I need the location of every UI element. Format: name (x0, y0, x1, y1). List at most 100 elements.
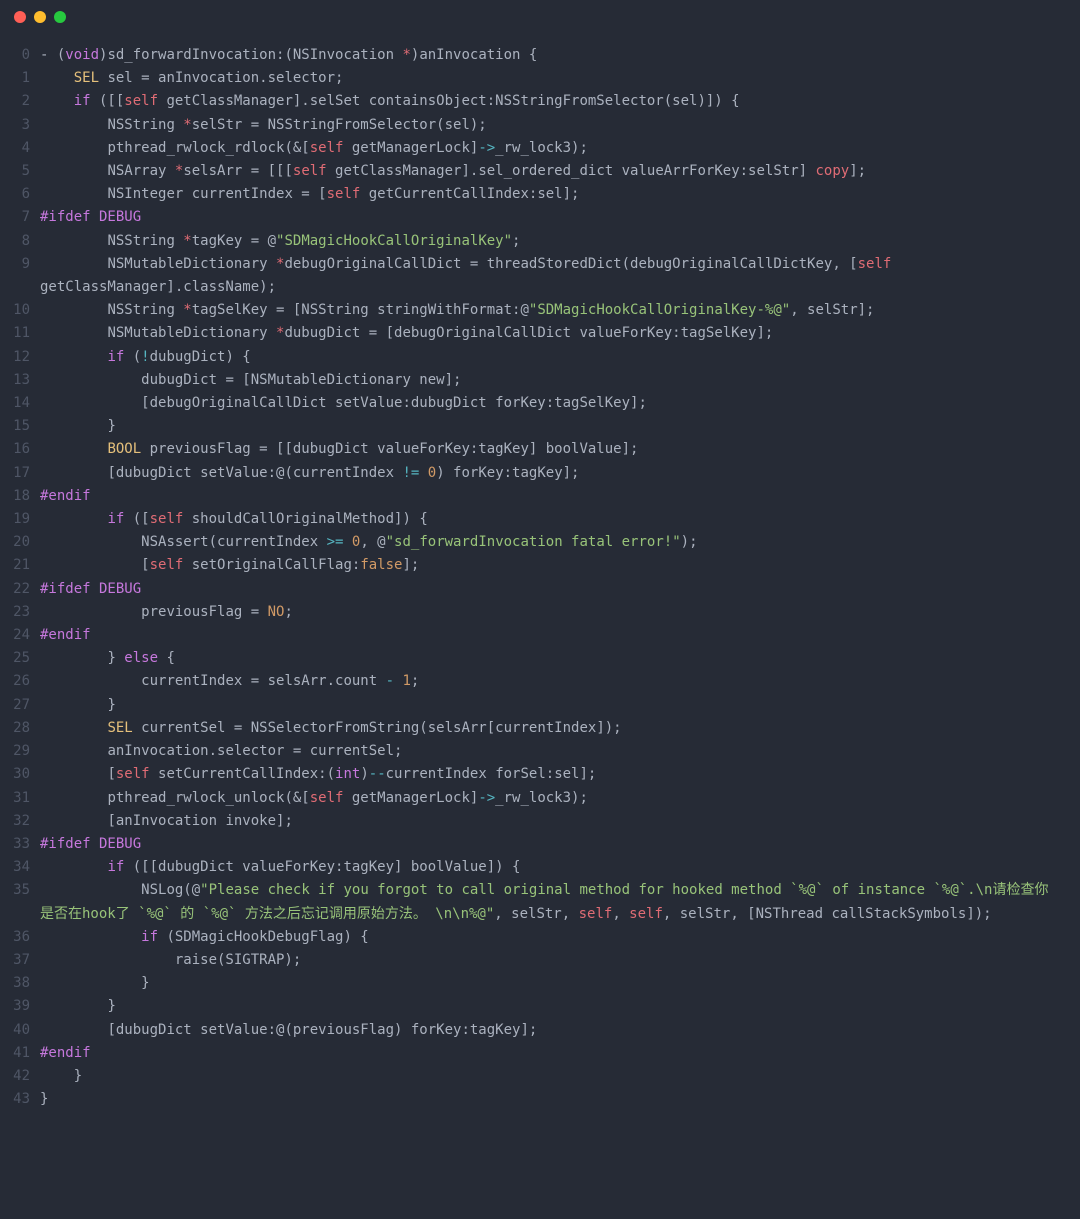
code-line[interactable]: 23 previousFlag = NO; (6, 601, 1062, 624)
code-content[interactable]: [self setCurrentCallIndex:(int)--current… (40, 763, 1062, 786)
code-line[interactable]: 39 } (6, 995, 1062, 1018)
code-content[interactable]: NSInteger currentIndex = [self getCurren… (40, 183, 1062, 206)
code-content[interactable]: previousFlag = NO; (40, 601, 1062, 624)
code-line[interactable]: 18#endif (6, 485, 1062, 508)
code-line[interactable]: 31 pthread_rwlock_unlock(&[self getManag… (6, 787, 1062, 810)
code-line[interactable]: 35 NSLog(@"Please check if you forgot to… (6, 879, 1062, 925)
code-content[interactable]: dubugDict = [NSMutableDictionary new]; (40, 369, 1062, 392)
code-line[interactable]: 3 NSString *selStr = NSStringFromSelecto… (6, 114, 1062, 137)
code-content[interactable]: #ifdef DEBUG (40, 578, 1062, 601)
code-content[interactable]: [dubugDict setValue:@(currentIndex != 0)… (40, 462, 1062, 485)
code-content[interactable]: NSArray *selsArr = [[[self getClassManag… (40, 160, 1062, 183)
code-content[interactable]: raise(SIGTRAP); (40, 949, 1062, 972)
code-line[interactable]: 9 NSMutableDictionary *debugOriginalCall… (6, 253, 1062, 299)
code-line[interactable]: 0- (void)sd_forwardInvocation:(NSInvocat… (6, 44, 1062, 67)
code-content[interactable]: currentIndex = selsArr.count - 1; (40, 670, 1062, 693)
code-content[interactable]: } else { (40, 647, 1062, 670)
code-line[interactable]: 19 if ([self shouldCallOriginalMethod]) … (6, 508, 1062, 531)
code-line[interactable]: 24#endif (6, 624, 1062, 647)
token-type: SEL (74, 70, 99, 86)
code-content[interactable]: if (SDMagicHookDebugFlag) { (40, 926, 1062, 949)
code-content[interactable]: anInvocation.selector = currentSel; (40, 740, 1062, 763)
code-content[interactable]: } (40, 972, 1062, 995)
code-content[interactable]: if ([[self getClassManager].selSet conta… (40, 90, 1062, 113)
code-line[interactable]: 12 if (!dubugDict) { (6, 346, 1062, 369)
code-content[interactable]: [anInvocation invoke]; (40, 810, 1062, 833)
code-content[interactable]: [self setOriginalCallFlag:false]; (40, 554, 1062, 577)
code-line[interactable]: 41#endif (6, 1042, 1062, 1065)
line-number: 41 (6, 1042, 40, 1065)
minimize-icon[interactable] (34, 11, 46, 23)
close-icon[interactable] (14, 11, 26, 23)
code-content[interactable]: #ifdef DEBUG (40, 833, 1062, 856)
code-content[interactable]: } (40, 1065, 1062, 1088)
code-line[interactable]: 20 NSAssert(currentIndex >= 0, @"sd_forw… (6, 531, 1062, 554)
code-line[interactable]: 14 [debugOriginalCallDict setValue:dubug… (6, 392, 1062, 415)
code-content[interactable]: NSString *tagKey = @"SDMagicHookCallOrig… (40, 230, 1062, 253)
code-content[interactable]: #endif (40, 485, 1062, 508)
code-line[interactable]: 17 [dubugDict setValue:@(currentIndex !=… (6, 462, 1062, 485)
code-content[interactable]: } (40, 694, 1062, 717)
code-line[interactable]: 6 NSInteger currentIndex = [self getCurr… (6, 183, 1062, 206)
code-line[interactable]: 7#ifdef DEBUG (6, 206, 1062, 229)
line-number: 32 (6, 810, 40, 833)
code-content[interactable]: } (40, 415, 1062, 438)
code-line[interactable]: 16 BOOL previousFlag = [[dubugDict value… (6, 438, 1062, 461)
code-content[interactable]: - (void)sd_forwardInvocation:(NSInvocati… (40, 44, 1062, 67)
code-content[interactable]: } (40, 995, 1062, 1018)
code-line[interactable]: 34 if ([[dubugDict valueForKey:tagKey] b… (6, 856, 1062, 879)
code-content[interactable]: pthread_rwlock_rdlock(&[self getManagerL… (40, 137, 1062, 160)
code-content[interactable]: if (!dubugDict) { (40, 346, 1062, 369)
code-content[interactable]: #ifdef DEBUG (40, 206, 1062, 229)
token-default: NSString (40, 233, 183, 249)
code-content[interactable]: BOOL previousFlag = [[dubugDict valueFor… (40, 438, 1062, 461)
code-line[interactable]: 10 NSString *tagSelKey = [NSString strin… (6, 299, 1062, 322)
code-line[interactable]: 5 NSArray *selsArr = [[[self getClassMan… (6, 160, 1062, 183)
code-content[interactable]: SEL currentSel = NSSelectorFromString(se… (40, 717, 1062, 740)
code-line[interactable]: 42 } (6, 1065, 1062, 1088)
code-content[interactable]: NSString *tagSelKey = [NSString stringWi… (40, 299, 1062, 322)
code-content[interactable]: pthread_rwlock_unlock(&[self getManagerL… (40, 787, 1062, 810)
code-line[interactable]: 15 } (6, 415, 1062, 438)
code-content[interactable]: #endif (40, 624, 1062, 647)
code-content[interactable]: NSAssert(currentIndex >= 0, @"sd_forward… (40, 531, 1062, 554)
token-keyword: #endif (40, 488, 91, 504)
code-line[interactable]: 29 anInvocation.selector = currentSel; (6, 740, 1062, 763)
code-line[interactable]: 21 [self setOriginalCallFlag:false]; (6, 554, 1062, 577)
code-content[interactable]: NSMutableDictionary *dubugDict = [debugO… (40, 322, 1062, 345)
code-line[interactable]: 8 NSString *tagKey = @"SDMagicHookCallOr… (6, 230, 1062, 253)
code-line[interactable]: 25 } else { (6, 647, 1062, 670)
code-line[interactable]: 2 if ([[self getClassManager].selSet con… (6, 90, 1062, 113)
line-number: 13 (6, 369, 40, 392)
zoom-icon[interactable] (54, 11, 66, 23)
code-line[interactable]: 26 currentIndex = selsArr.count - 1; (6, 670, 1062, 693)
code-line[interactable]: 43} (6, 1088, 1062, 1111)
code-editor[interactable]: 0- (void)sd_forwardInvocation:(NSInvocat… (0, 34, 1080, 1135)
code-line[interactable]: 30 [self setCurrentCallIndex:(int)--curr… (6, 763, 1062, 786)
code-line[interactable]: 4 pthread_rwlock_rdlock(&[self getManage… (6, 137, 1062, 160)
code-content[interactable]: [debugOriginalCallDict setValue:dubugDic… (40, 392, 1062, 415)
code-line[interactable]: 37 raise(SIGTRAP); (6, 949, 1062, 972)
code-content[interactable]: if ([self shouldCallOriginalMethod]) { (40, 508, 1062, 531)
code-line[interactable]: 28 SEL currentSel = NSSelectorFromString… (6, 717, 1062, 740)
code-line[interactable]: 32 [anInvocation invoke]; (6, 810, 1062, 833)
code-line[interactable]: 11 NSMutableDictionary *dubugDict = [deb… (6, 322, 1062, 345)
code-line[interactable]: 22#ifdef DEBUG (6, 578, 1062, 601)
code-content[interactable]: NSString *selStr = NSStringFromSelector(… (40, 114, 1062, 137)
code-line[interactable]: 38 } (6, 972, 1062, 995)
token-default: [ (40, 766, 116, 782)
code-line[interactable]: 13 dubugDict = [NSMutableDictionary new]… (6, 369, 1062, 392)
code-line[interactable]: 36 if (SDMagicHookDebugFlag) { (6, 926, 1062, 949)
code-content[interactable]: NSLog(@"Please check if you forgot to ca… (40, 879, 1062, 925)
code-content[interactable]: SEL sel = anInvocation.selector; (40, 67, 1062, 90)
code-content[interactable]: [dubugDict setValue:@(previousFlag) forK… (40, 1019, 1062, 1042)
code-line[interactable]: 40 [dubugDict setValue:@(previousFlag) f… (6, 1019, 1062, 1042)
code-line[interactable]: 33#ifdef DEBUG (6, 833, 1062, 856)
code-content[interactable]: if ([[dubugDict valueForKey:tagKey] bool… (40, 856, 1062, 879)
code-content[interactable]: #endif (40, 1042, 1062, 1065)
code-content[interactable]: } (40, 1088, 1062, 1111)
code-line[interactable]: 1 SEL sel = anInvocation.selector; (6, 67, 1062, 90)
code-line[interactable]: 27 } (6, 694, 1062, 717)
line-number: 20 (6, 531, 40, 554)
code-content[interactable]: NSMutableDictionary *debugOriginalCallDi… (40, 253, 1062, 299)
